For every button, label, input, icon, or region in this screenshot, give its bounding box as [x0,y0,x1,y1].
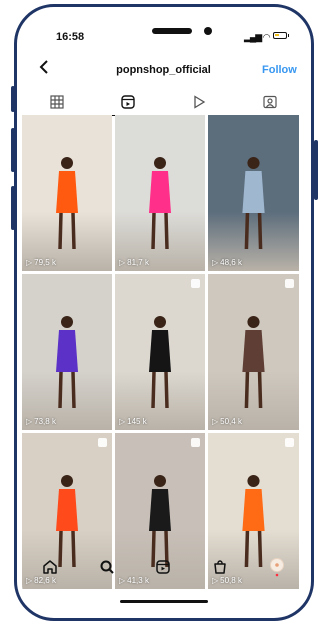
view-count: ▷ 145 k [119,417,147,426]
profile-header: popnshop_official Follow [22,58,305,82]
follow-button[interactable]: Follow [262,64,297,76]
home-indicator [120,600,208,603]
tab-tagged[interactable] [234,90,305,114]
play-icon [194,95,206,109]
nav-home[interactable] [22,554,79,580]
view-count: ▷ 50,4 k [212,417,242,426]
signal-icon: ▂▄▆ ◠ [244,32,271,42]
grid-icon [50,95,64,109]
reel-figure [242,157,265,250]
reel-figure [56,157,78,250]
battery-icon [273,32,289,39]
nav-reels[interactable] [135,554,192,580]
side-button [314,140,318,200]
tagged-icon [263,95,277,109]
nav-profile[interactable] [248,554,305,580]
reels-nav-icon [156,560,171,574]
nav-shop[interactable] [192,554,249,580]
shopping-bag-icon [285,438,294,447]
play-count-icon: ▷ [119,417,126,426]
view-count-label: 145 k [127,417,147,426]
status-time: 16:58 [56,31,85,43]
shopping-bag-icon [285,279,294,288]
view-count-label: 50,4 k [220,417,242,426]
reel-thumbnail[interactable]: ▷ 145 k [115,274,205,430]
reel-thumbnail[interactable]: ▷ 73,8 k [22,274,112,430]
play-count-icon: ▷ [119,258,126,267]
status-bar: 16:58 ▂▄▆ ◠ [22,14,305,52]
view-count: ▷ 73,8 k [26,417,56,426]
tab-play[interactable] [164,90,235,114]
play-count-icon: ▷ [212,417,219,426]
shop-icon [214,560,226,574]
view-count: ▷ 79,5 k [26,258,56,267]
home-icon [43,560,58,574]
reel-figure [56,316,78,409]
reel-thumbnail[interactable]: ▷ 50,4 k [208,274,299,430]
shopping-bag-icon [191,438,200,447]
view-count-label: 81,7 k [127,258,149,267]
reel-thumbnail[interactable]: ▷ 79,5 k [22,115,112,271]
view-count-label: 79,5 k [34,258,56,267]
shopping-bag-icon [191,279,200,288]
nav-search[interactable] [79,554,136,580]
reel-thumbnail[interactable]: ▷ 81,7 k [115,115,205,271]
view-count-label: 73,8 k [34,417,56,426]
play-count-icon: ▷ [26,417,33,426]
side-button [11,128,15,172]
bottom-nav [22,554,305,580]
view-count: ▷ 81,7 k [119,258,149,267]
profile-avatar [269,558,284,577]
speaker [152,28,192,34]
tab-reels[interactable] [93,90,164,116]
reels-icon [121,95,135,109]
screen: 16:58 ▂▄▆ ◠ popnshop_official Follow ▷ 79… [22,14,305,614]
reels-grid: ▷ 79,5 k ▷ 81,7 k ▷ 48,6 k ▷ 73,8 k ▷ 145 k ▷ 50,4 … [22,115,305,589]
view-count-label: 48,6 k [220,258,242,267]
reel-thumbnail[interactable]: ▷ 48,6 k [208,115,299,271]
side-button [11,186,15,230]
reel-figure [242,316,265,409]
view-count: ▷ 48,6 k [212,258,242,267]
camera [204,27,212,35]
reel-figure [149,157,171,250]
tab-grid[interactable] [22,90,93,114]
reel-figure [149,316,171,409]
shopping-bag-icon [98,438,107,447]
play-count-icon: ▷ [26,258,33,267]
play-count-icon: ▷ [212,258,219,267]
search-icon [100,560,114,574]
side-button [11,86,15,112]
profile-tabs [22,90,305,116]
